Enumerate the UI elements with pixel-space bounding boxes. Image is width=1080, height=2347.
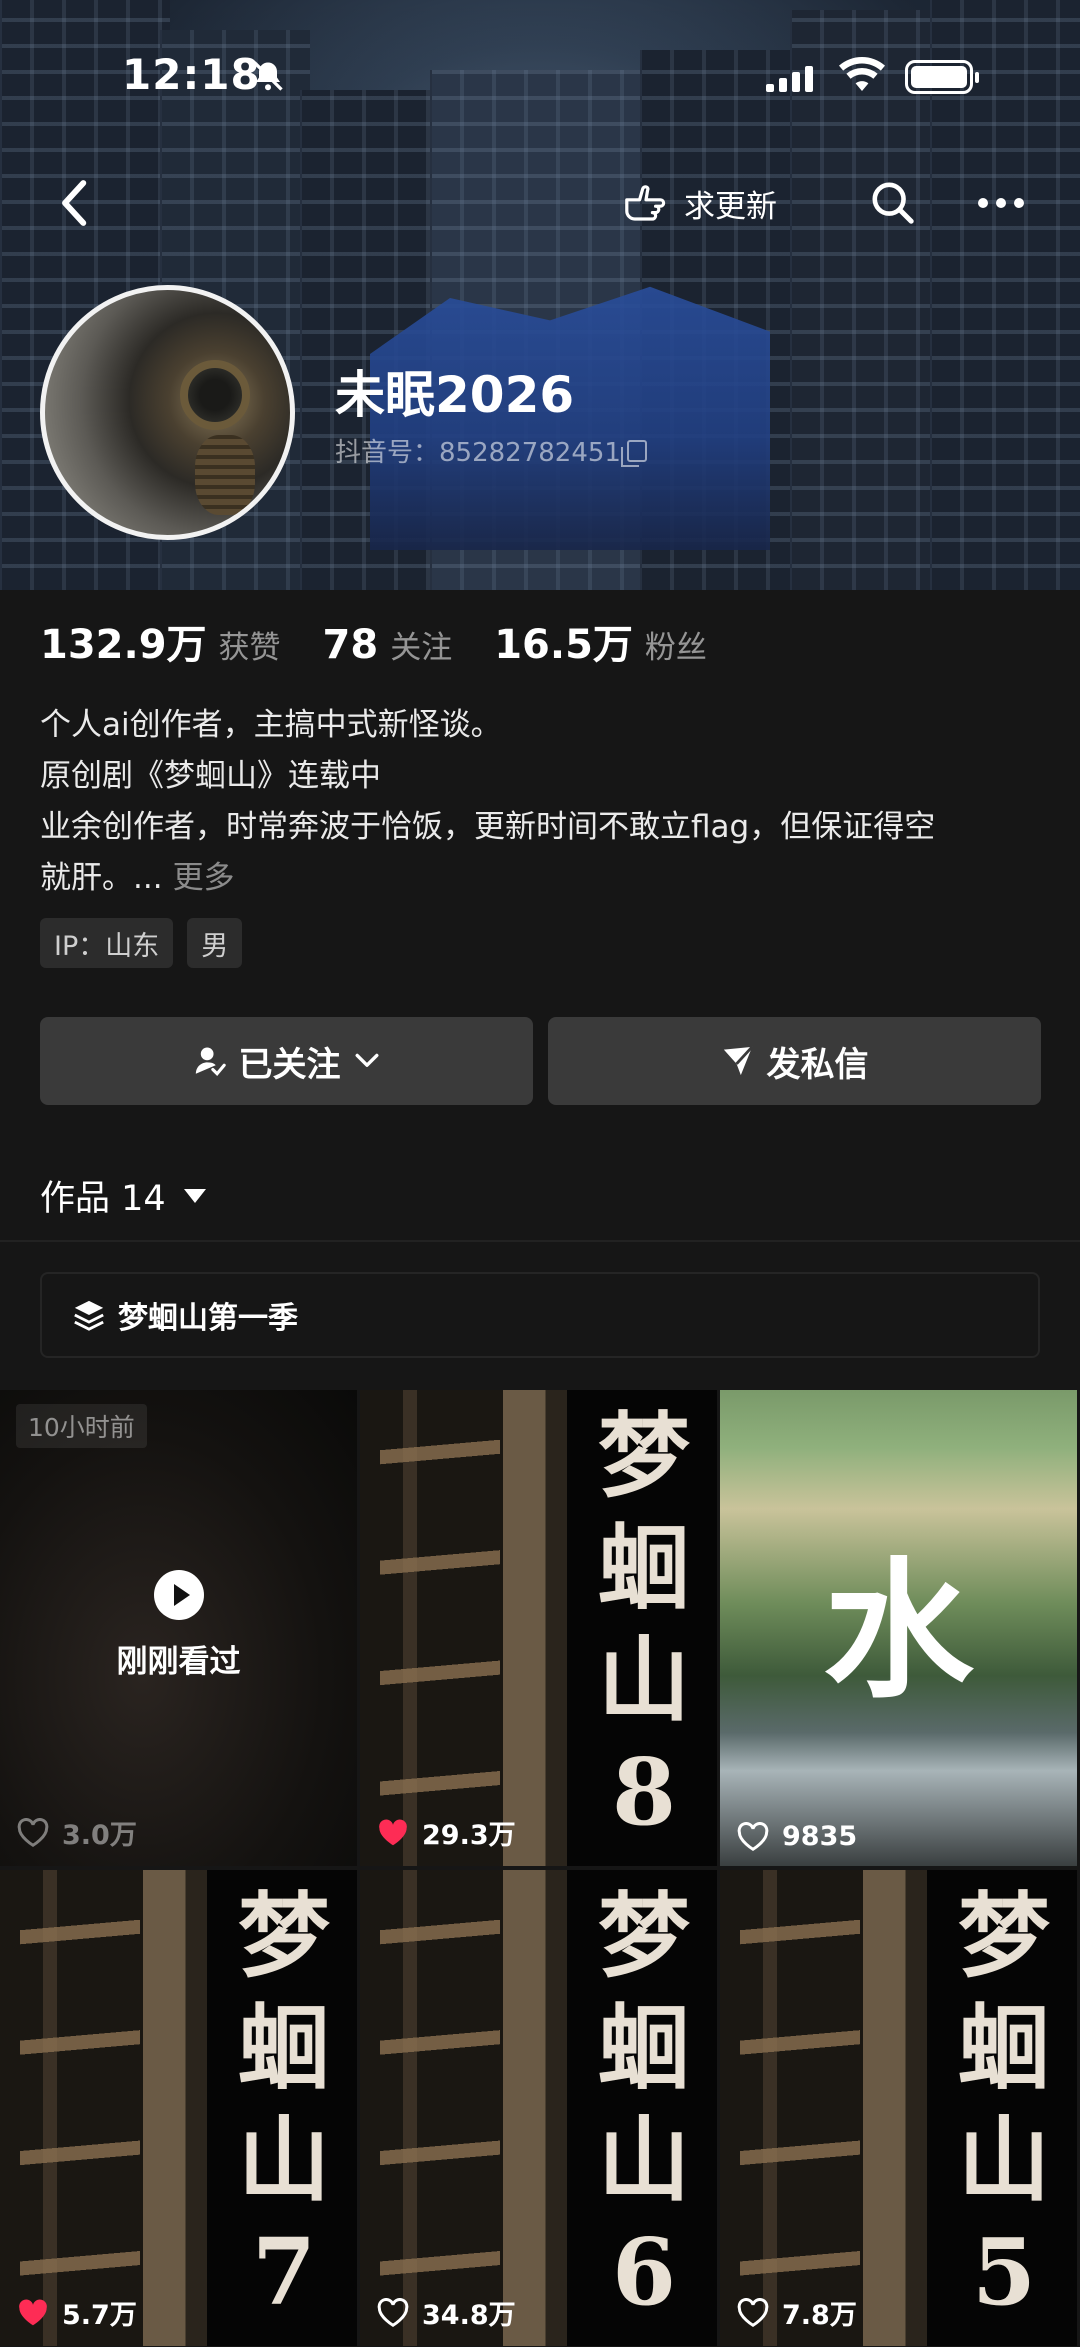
like-count-value: 3.0万 bbox=[62, 1820, 137, 1851]
stat-followers-value: 16.5万 bbox=[494, 622, 633, 668]
douyin-id[interactable]: 抖音号：85282782451 bbox=[335, 432, 647, 469]
status-time: 12:18 bbox=[122, 50, 261, 99]
profile-name: 未眠2026 bbox=[335, 366, 575, 424]
request-update-button[interactable]: 求更新 bbox=[622, 178, 777, 228]
paper-plane-icon bbox=[723, 1045, 753, 1076]
cover-title: 梦蛔山6 bbox=[597, 1882, 690, 2326]
like-count: 3.0万 bbox=[16, 1813, 137, 1852]
stat-likes-label: 获赞 bbox=[218, 630, 281, 666]
like-count: 7.8万 bbox=[736, 2293, 857, 2332]
posted-time-badge: 10小时前 bbox=[16, 1404, 147, 1448]
like-count-value: 29.3万 bbox=[422, 1820, 516, 1851]
followed-button[interactable]: 已关注 bbox=[40, 1017, 533, 1105]
stat-following[interactable]: 78 关注 bbox=[323, 622, 453, 668]
video-thumbnail[interactable]: 梦蛔山7 5.7万 bbox=[0, 1870, 360, 2346]
heart-outline-icon bbox=[737, 1821, 769, 1851]
heart-filled-icon bbox=[19, 2298, 47, 2325]
profile-bio: 个人ai创作者，主搞中式新怪谈。 原创剧《梦蛔山》连载中 业余创作者，时常奔波于… bbox=[40, 700, 1050, 904]
stat-likes: 132.9万 获赞 bbox=[40, 612, 281, 670]
stat-followers-label: 粉丝 bbox=[644, 630, 707, 666]
profile-tags: IP：山东 男 bbox=[40, 918, 243, 968]
triangle-down-icon bbox=[183, 1188, 206, 1203]
cover-title: 水 bbox=[823, 1543, 974, 1719]
stat-followers[interactable]: 16.5万 粉丝 bbox=[494, 612, 707, 670]
cover-title: 梦蛔山7 bbox=[237, 1882, 330, 2326]
bio-more-link[interactable]: 更多 bbox=[173, 860, 235, 896]
bio-line: 个人ai创作者，主搞中式新怪谈。 bbox=[40, 707, 502, 743]
works-label: 作品 14 bbox=[40, 1179, 166, 1219]
avatar[interactable] bbox=[40, 285, 295, 540]
video-thumbnail[interactable]: 水 9835 bbox=[720, 1390, 1080, 1866]
like-count: 9835 bbox=[736, 1821, 857, 1852]
mute-bell-icon bbox=[253, 61, 283, 91]
heart-outline-icon bbox=[17, 1817, 49, 1847]
video-thumbnail[interactable]: 10小时前 刚刚看过 3.0万 bbox=[0, 1390, 360, 1866]
bio-line-text: 就肝。... bbox=[40, 860, 163, 896]
play-icon bbox=[153, 1570, 204, 1620]
copy-icon[interactable] bbox=[620, 439, 647, 467]
collection-title: 梦蛔山第一季 bbox=[118, 1301, 298, 1336]
send-message-button[interactable]: 发私信 bbox=[548, 1017, 1041, 1105]
layers-icon bbox=[74, 1300, 104, 1331]
divider bbox=[0, 1240, 1080, 1242]
stat-likes-value: 132.9万 bbox=[40, 622, 207, 668]
followed-label: 已关注 bbox=[238, 1044, 341, 1085]
user-check-icon bbox=[195, 1047, 226, 1077]
pointing-hand-icon bbox=[625, 185, 666, 221]
bio-line: 原创剧《梦蛔山》连载中 bbox=[40, 758, 381, 794]
heart-filled-icon bbox=[379, 1818, 407, 1845]
request-update-label: 求更新 bbox=[684, 188, 777, 225]
tab-works[interactable]: 作品 14 bbox=[40, 1170, 206, 1221]
more-options-icon[interactable] bbox=[978, 194, 1024, 212]
like-count: 29.3万 bbox=[376, 1813, 516, 1852]
video-thumbnail[interactable]: 梦蛔山6 34.8万 bbox=[360, 1870, 720, 2346]
video-thumbnail[interactable]: 梦蛔山8 29.3万 bbox=[360, 1390, 720, 1866]
status-bar: 12:18 bbox=[0, 50, 1080, 110]
heart-outline-icon bbox=[737, 2297, 769, 2327]
like-count-value: 34.8万 bbox=[422, 2300, 516, 2331]
recently-watched-label: 刚刚看过 bbox=[116, 1644, 241, 1680]
video-grid: 10小时前 刚刚看过 3.0万 梦蛔山8 29.3万 水 9835 梦蛔山7 5… bbox=[0, 1390, 1080, 2346]
douyin-id-text: 抖音号：85282782451 bbox=[335, 438, 621, 468]
send-message-label: 发私信 bbox=[766, 1044, 869, 1085]
search-icon[interactable] bbox=[870, 180, 916, 226]
battery-icon bbox=[905, 60, 979, 94]
tag-ip-location: IP：山东 bbox=[40, 918, 174, 968]
bio-line: 就肝。... 更多 bbox=[40, 853, 1050, 904]
recently-watched-overlay: 刚刚看过 bbox=[0, 1570, 357, 1681]
cellular-signal-icon bbox=[766, 62, 822, 92]
wifi-icon bbox=[839, 56, 885, 91]
stat-following-value: 78 bbox=[322, 622, 379, 668]
tag-gender: 男 bbox=[187, 918, 243, 968]
heart-outline-icon bbox=[377, 2297, 409, 2327]
like-count-value: 7.8万 bbox=[782, 2300, 857, 2331]
cover-title: 梦蛔山5 bbox=[957, 1882, 1050, 2326]
like-count: 5.7万 bbox=[16, 2293, 137, 2332]
profile-stats: 132.9万 获赞 78 关注 16.5万 粉丝 bbox=[40, 612, 749, 670]
cover-title: 梦蛔山8 bbox=[597, 1402, 690, 1846]
chevron-down-icon bbox=[355, 1053, 378, 1067]
like-count-value: 5.7万 bbox=[62, 2300, 137, 2331]
stat-following-label: 关注 bbox=[390, 630, 453, 666]
like-count: 34.8万 bbox=[376, 2293, 516, 2332]
bio-line: 业余创作者，时常奔波于恰饭，更新时间不敢立flag，但保证得空 bbox=[40, 809, 936, 845]
video-thumbnail[interactable]: 梦蛔山5 7.8万 bbox=[720, 1870, 1080, 2346]
like-count-value: 9835 bbox=[782, 1821, 858, 1852]
back-arrow-icon[interactable] bbox=[55, 178, 95, 228]
collection-entry[interactable]: 梦蛔山第一季 bbox=[40, 1272, 1040, 1358]
